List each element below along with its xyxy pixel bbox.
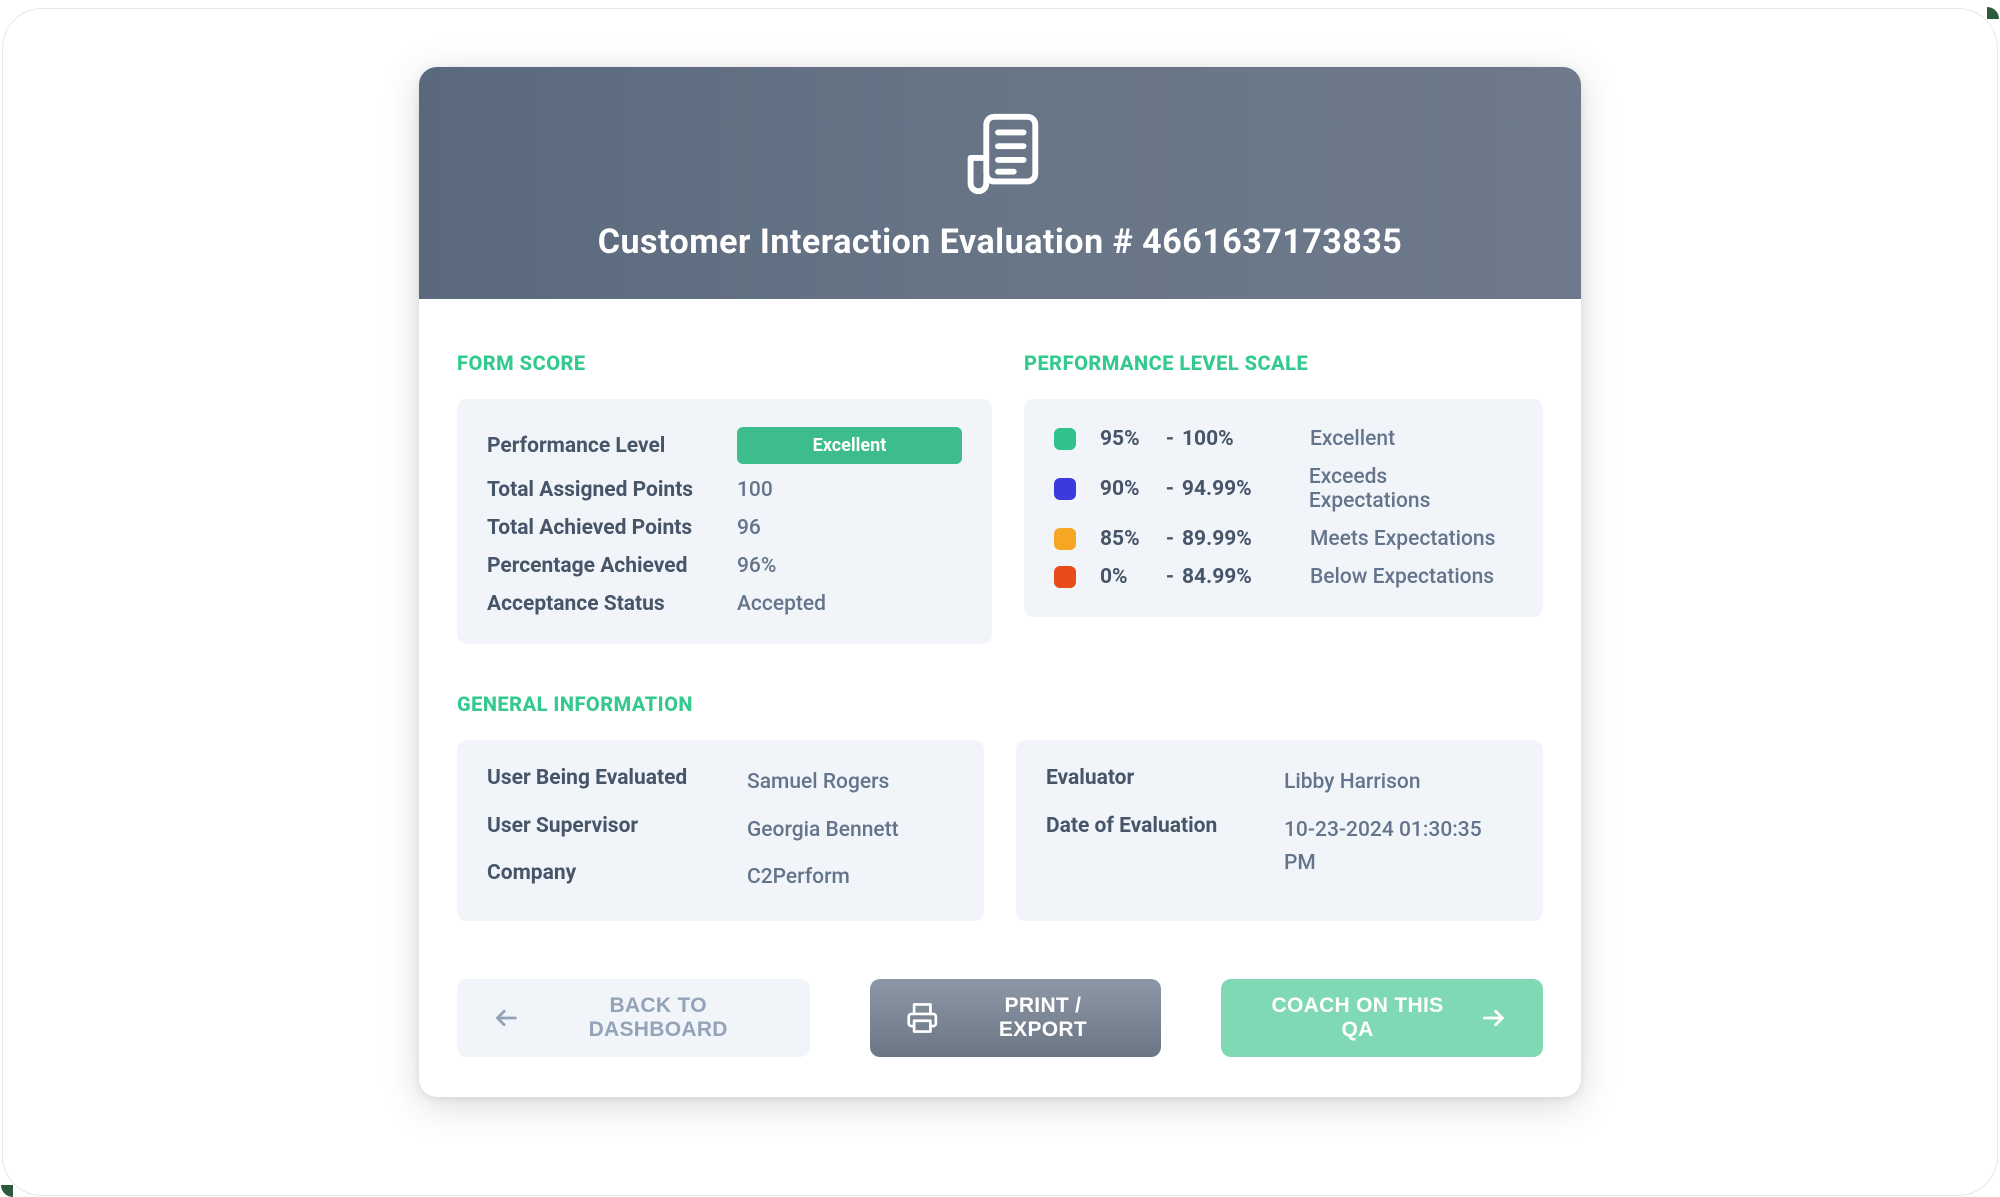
hero-banner: Customer Interaction Evaluation # 466163… bbox=[419, 67, 1581, 299]
back-button-label: BACK TO DASHBOARD bbox=[542, 994, 775, 1042]
total-assigned-row: Total Assigned Points 100 bbox=[487, 478, 962, 502]
scale-dot bbox=[1054, 478, 1076, 500]
performance-level-badge: Excellent bbox=[737, 427, 962, 464]
total-achieved-value: 96 bbox=[737, 516, 761, 540]
percentage-row: Percentage Achieved 96% bbox=[487, 554, 962, 578]
card-body: FORM SCORE Performance Level Excellent T… bbox=[419, 299, 1581, 1097]
evaluation-date-value: 10-23-2024 01:30:35 PM bbox=[1284, 814, 1513, 881]
scale-dot bbox=[1054, 528, 1076, 550]
percentage-value: 96% bbox=[737, 554, 776, 578]
actions-row: BACK TO DASHBOARD PRINT / EXPORT COACH O… bbox=[457, 979, 1543, 1057]
performance-scale-column: PERFORMANCE LEVEL SCALE 95% - 100% Excel… bbox=[1024, 351, 1543, 644]
evaluation-date-label: Date of Evaluation bbox=[1046, 814, 1284, 881]
document-icon bbox=[951, 104, 1049, 204]
evaluator-row: Evaluator Libby Harrison bbox=[1046, 766, 1513, 800]
scale-range: 0% - 84.99% bbox=[1100, 565, 1310, 589]
supervisor-value: Georgia Bennett bbox=[747, 814, 954, 848]
total-achieved-row: Total Achieved Points 96 bbox=[487, 516, 962, 540]
scale-range: 85% - 89.99% bbox=[1100, 527, 1310, 551]
company-label: Company bbox=[487, 861, 747, 895]
performance-scale-heading: PERFORMANCE LEVEL SCALE bbox=[1024, 351, 1543, 375]
scale-row-below: 0% - 84.99% Below Expectations bbox=[1054, 565, 1513, 589]
acceptance-row: Acceptance Status Accepted bbox=[487, 592, 962, 616]
form-score-panel: Performance Level Excellent Total Assign… bbox=[457, 399, 992, 644]
form-score-heading: FORM SCORE bbox=[457, 351, 992, 375]
scale-dot bbox=[1054, 428, 1076, 450]
print-button-label: PRINT / EXPORT bbox=[961, 994, 1125, 1042]
evaluator-value: Libby Harrison bbox=[1284, 766, 1513, 800]
percentage-label: Percentage Achieved bbox=[487, 554, 737, 578]
print-export-button[interactable]: PRINT / EXPORT bbox=[870, 979, 1160, 1057]
acceptance-label: Acceptance Status bbox=[487, 592, 737, 616]
total-achieved-label: Total Achieved Points bbox=[487, 516, 737, 540]
scale-label: Exceeds Expectations bbox=[1309, 465, 1513, 513]
coach-on-qa-button[interactable]: COACH ON THIS QA bbox=[1221, 979, 1543, 1057]
scale-range: 95% - 100% bbox=[1100, 427, 1310, 451]
arrow-left-icon bbox=[493, 1004, 520, 1032]
company-row: Company C2Perform bbox=[487, 861, 954, 895]
evaluation-card: Customer Interaction Evaluation # 466163… bbox=[419, 67, 1581, 1097]
page-container: Customer Interaction Evaluation # 466163… bbox=[2, 8, 1998, 1196]
scale-row-excellent: 95% - 100% Excellent bbox=[1054, 427, 1513, 451]
general-info-right-panel: Evaluator Libby Harrison Date of Evaluat… bbox=[1016, 740, 1543, 921]
scale-range: 90% - 94.99% bbox=[1100, 477, 1309, 501]
user-evaluated-row: User Being Evaluated Samuel Rogers bbox=[487, 766, 954, 800]
scale-label: Below Expectations bbox=[1310, 565, 1494, 589]
score-row: FORM SCORE Performance Level Excellent T… bbox=[457, 351, 1543, 644]
scale-dot bbox=[1054, 566, 1076, 588]
evaluation-date-row: Date of Evaluation 10-23-2024 01:30:35 P… bbox=[1046, 814, 1513, 881]
printer-icon bbox=[906, 1001, 939, 1035]
performance-scale-panel: 95% - 100% Excellent 90% - 94.99% bbox=[1024, 399, 1543, 617]
general-info-row: User Being Evaluated Samuel Rogers User … bbox=[457, 740, 1543, 921]
arrow-right-icon bbox=[1480, 1004, 1507, 1032]
acceptance-value: Accepted bbox=[737, 592, 826, 616]
supervisor-row: User Supervisor Georgia Bennett bbox=[487, 814, 954, 848]
scale-label: Meets Expectations bbox=[1310, 527, 1495, 551]
supervisor-label: User Supervisor bbox=[487, 814, 747, 848]
total-assigned-value: 100 bbox=[737, 478, 773, 502]
coach-button-label: COACH ON THIS QA bbox=[1257, 994, 1458, 1042]
user-evaluated-label: User Being Evaluated bbox=[487, 766, 747, 800]
total-assigned-label: Total Assigned Points bbox=[487, 478, 737, 502]
scale-row-meets: 85% - 89.99% Meets Expectations bbox=[1054, 527, 1513, 551]
general-info-left-panel: User Being Evaluated Samuel Rogers User … bbox=[457, 740, 984, 921]
form-score-column: FORM SCORE Performance Level Excellent T… bbox=[457, 351, 992, 644]
performance-level-row: Performance Level Excellent bbox=[487, 427, 962, 464]
scale-label: Excellent bbox=[1310, 427, 1395, 451]
page-title: Customer Interaction Evaluation # 466163… bbox=[598, 222, 1403, 262]
back-to-dashboard-button[interactable]: BACK TO DASHBOARD bbox=[457, 979, 810, 1057]
general-info-heading: GENERAL INFORMATION bbox=[457, 692, 1543, 716]
performance-level-label: Performance Level bbox=[487, 434, 737, 458]
scale-row-exceeds: 90% - 94.99% Exceeds Expectations bbox=[1054, 465, 1513, 513]
user-evaluated-value: Samuel Rogers bbox=[747, 766, 954, 800]
evaluator-label: Evaluator bbox=[1046, 766, 1284, 800]
company-value: C2Perform bbox=[747, 861, 954, 895]
